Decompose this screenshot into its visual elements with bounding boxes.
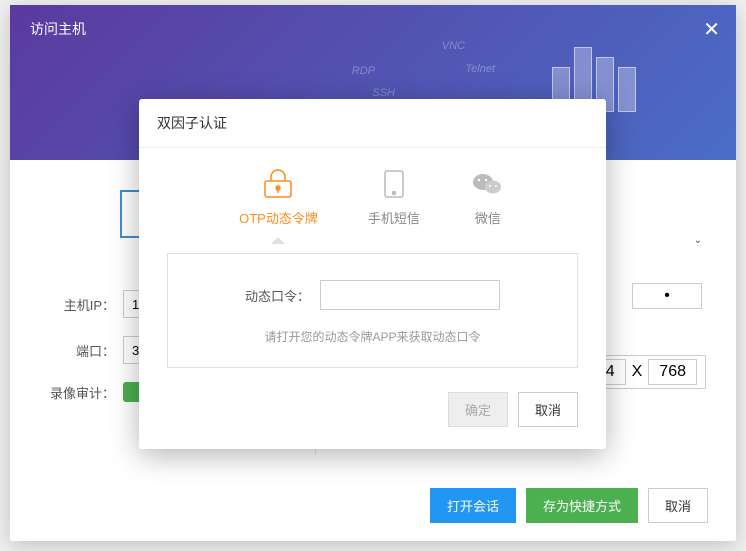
save-shortcut-button[interactable]: 存为快捷方式	[526, 488, 638, 523]
modal-title: 双因子认证	[139, 99, 606, 148]
tab-sms-label: 手机短信	[368, 208, 420, 227]
open-session-button[interactable]: 打开会话	[430, 488, 516, 523]
modal-ok-button[interactable]: 确定	[448, 392, 508, 427]
modal-footer: 确定 取消	[139, 392, 606, 449]
cancel-button[interactable]: 取消	[648, 488, 708, 523]
otp-input[interactable]	[320, 280, 500, 310]
res-sep: X	[632, 363, 643, 381]
protocol-telnet-label: Telnet	[430, 63, 495, 75]
close-icon[interactable]: ✕	[703, 17, 720, 42]
host-ip-label: 主机IP：	[50, 295, 115, 314]
tab-otp[interactable]: OTP动态令牌	[239, 168, 318, 227]
two-factor-modal: 双因子认证 OTP动态令牌 手机短信	[139, 99, 606, 449]
masked-field[interactable]: •	[632, 283, 702, 309]
modal-cancel-button[interactable]: 取消	[518, 392, 578, 427]
phone-icon	[376, 168, 412, 200]
otp-hint: 请打开您的动态令牌APP来获取动态口令	[188, 328, 557, 345]
audit-label: 录像审计：	[50, 383, 115, 402]
wechat-icon	[470, 168, 506, 200]
auth-tabs: OTP动态令牌 手机短信	[139, 148, 606, 237]
otp-label: 动态口令：	[245, 286, 310, 305]
tab-wechat-label: 微信	[475, 208, 501, 227]
protocol-vnc-label: VNC	[400, 40, 465, 52]
tab-wechat[interactable]: 微信	[470, 168, 506, 227]
res-height[interactable]: 768	[648, 359, 697, 385]
lock-icon	[260, 168, 296, 200]
protocol-ssh-label: SSH	[330, 87, 395, 99]
protocol-rdp-label: RDP	[310, 65, 375, 77]
window-title: 访问主机	[30, 19, 86, 39]
footer-buttons: 打开会话 存为快捷方式 取消	[430, 488, 708, 523]
tab-sms[interactable]: 手机短信	[368, 168, 420, 227]
port-label: 端口：	[50, 341, 115, 360]
chevron-down-icon[interactable]: ⌄	[694, 235, 702, 246]
active-tab-indicator	[271, 237, 285, 244]
tab-otp-label: OTP动态令牌	[239, 208, 318, 227]
otp-form: 动态口令： 请打开您的动态令牌APP来获取动态口令	[167, 253, 578, 368]
